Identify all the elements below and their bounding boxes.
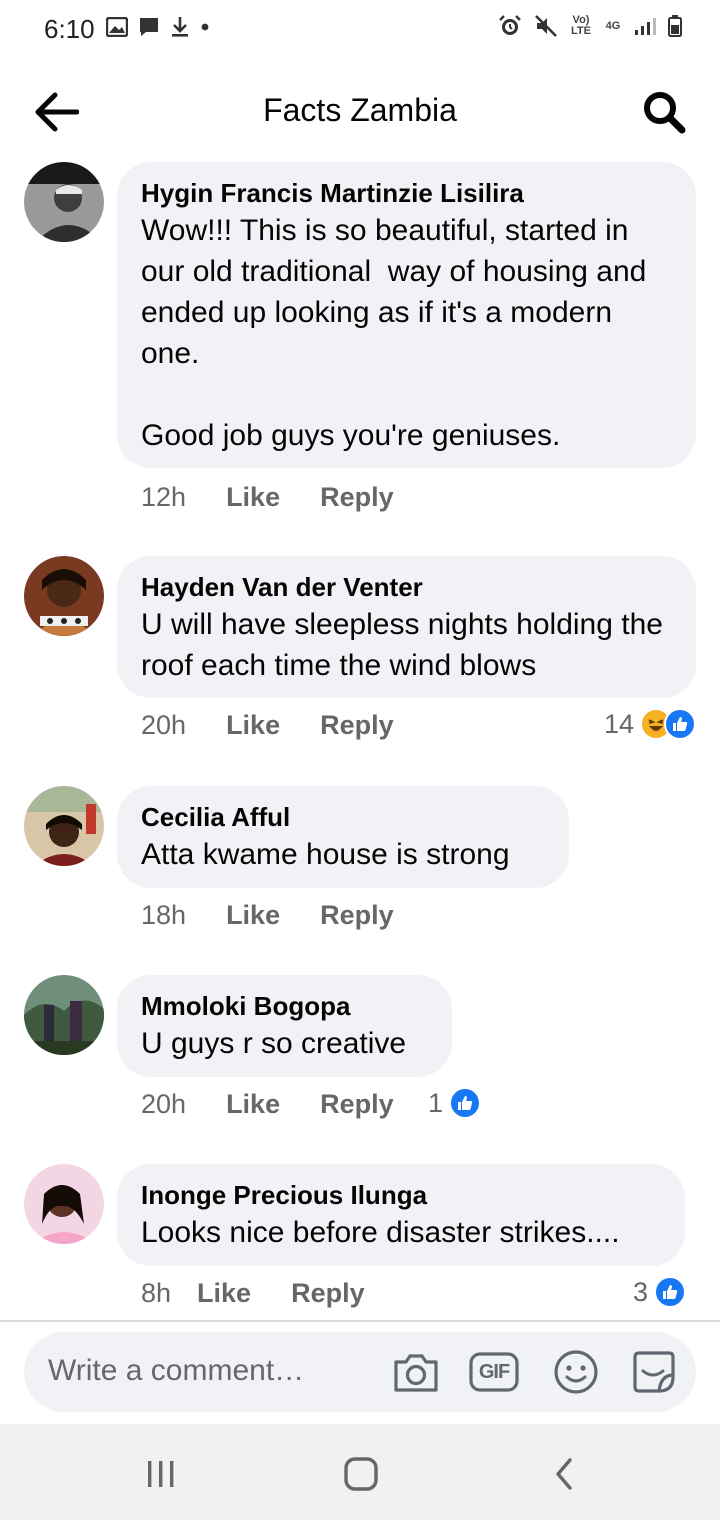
like-button[interactable]: Like	[197, 1278, 251, 1309]
avatar[interactable]	[24, 975, 104, 1055]
comment-bubble[interactable]: Hayden Van der Venter U will have sleepl…	[117, 556, 696, 698]
gif-label: GIF	[478, 1360, 510, 1383]
reaction-summary[interactable]: 14	[604, 708, 696, 740]
comment-bubble[interactable]: Inonge Precious Ilunga Looks nice before…	[117, 1164, 685, 1266]
comment-time[interactable]: 12h	[141, 482, 186, 513]
alarm-icon	[499, 15, 521, 35]
emoji-icon	[554, 1350, 598, 1394]
home-button[interactable]	[337, 1450, 385, 1498]
recents-button[interactable]	[137, 1450, 185, 1498]
signal-icon	[635, 18, 656, 35]
emoji-button[interactable]	[550, 1346, 602, 1398]
message-icon	[140, 18, 158, 36]
network-type: 4G	[605, 19, 621, 32]
comment-text: Looks nice before disaster strikes....	[141, 1216, 620, 1249]
avatar[interactable]	[24, 556, 104, 636]
volte-indicator: Vo) LTE	[571, 14, 591, 37]
comment-text: U will have sleepless nights holding the…	[141, 608, 672, 682]
comment-time[interactable]: 8h	[141, 1278, 171, 1309]
home-icon	[344, 1457, 378, 1491]
comment-text: U guys r so creative	[141, 1027, 407, 1060]
comment-time[interactable]: 18h	[141, 900, 186, 931]
comment-bubble[interactable]: Cecilia Afful Atta kwame house is strong	[117, 786, 569, 888]
reply-button[interactable]: Reply	[320, 482, 394, 513]
search-button[interactable]	[640, 88, 688, 136]
comment-author[interactable]: Hayden Van der Venter	[141, 570, 672, 604]
reply-button[interactable]: Reply	[320, 710, 394, 741]
gallery-icon	[106, 17, 128, 37]
comment-author[interactable]: Mmoloki Bogopa	[141, 989, 428, 1023]
reaction-count: 1	[428, 1087, 444, 1118]
mute-icon	[535, 15, 557, 37]
reaction-summary[interactable]: 1	[428, 1087, 482, 1119]
comment-input[interactable]: Write a comment…	[48, 1354, 304, 1388]
status-time: 6:10	[44, 14, 95, 44]
back-nav-button[interactable]	[540, 1450, 588, 1498]
recents-icon	[148, 1461, 174, 1487]
reply-button[interactable]: Reply	[291, 1278, 365, 1309]
like-reaction-icon	[654, 1276, 686, 1308]
comment-author[interactable]: Inonge Precious Ilunga	[141, 1178, 661, 1212]
comment-bubble[interactable]: Hygin Francis Martinzie Lisilira Wow!!! …	[117, 162, 696, 468]
like-reaction-icon	[664, 708, 696, 740]
sticker-button[interactable]	[628, 1346, 680, 1398]
camera-button[interactable]	[390, 1346, 442, 1398]
comment-composer[interactable]: Write a comment… GIF	[24, 1332, 696, 1412]
like-button[interactable]: Like	[226, 710, 280, 741]
system-nav-bar	[0, 1424, 720, 1520]
avatar[interactable]	[24, 162, 104, 242]
dot-icon	[201, 23, 209, 31]
page-title: Facts Zambia	[263, 92, 457, 128]
reaction-count: 3	[632, 1276, 648, 1307]
search-icon	[644, 92, 686, 134]
download-icon	[172, 17, 188, 37]
comment-text: Wow!!! This is so beautiful, started in …	[141, 214, 647, 452]
status-bar: 6:10 Vo) LTE 4G	[0, 0, 720, 60]
comment-time[interactable]: 20h	[141, 710, 186, 741]
like-reaction-icon	[449, 1087, 482, 1119]
like-button[interactable]: Like	[226, 1089, 280, 1120]
reaction-count: 14	[603, 708, 634, 739]
camera-icon	[394, 1354, 438, 1392]
battery-icon	[668, 15, 682, 37]
comment-author[interactable]: Hygin Francis Martinzie Lisilira	[141, 176, 672, 210]
avatar[interactable]	[24, 786, 104, 866]
page-header: Facts Zambia	[0, 62, 720, 162]
comment-author[interactable]: Cecilia Afful	[141, 800, 545, 834]
reply-button[interactable]: Reply	[320, 900, 394, 931]
like-button[interactable]: Like	[226, 482, 280, 513]
composer-divider	[0, 1320, 720, 1322]
reaction-summary[interactable]: 3	[633, 1276, 686, 1308]
gif-button[interactable]: GIF	[468, 1346, 520, 1398]
sticker-icon	[633, 1351, 675, 1393]
comment-time[interactable]: 20h	[141, 1089, 186, 1120]
avatar[interactable]	[24, 1164, 104, 1244]
reply-button[interactable]: Reply	[320, 1089, 394, 1120]
chevron-left-icon	[556, 1458, 572, 1490]
like-button[interactable]: Like	[226, 900, 280, 931]
comment-text: Atta kwame house is strong	[141, 838, 510, 871]
comment-bubble[interactable]: Mmoloki Bogopa U guys r so creative	[117, 975, 452, 1077]
